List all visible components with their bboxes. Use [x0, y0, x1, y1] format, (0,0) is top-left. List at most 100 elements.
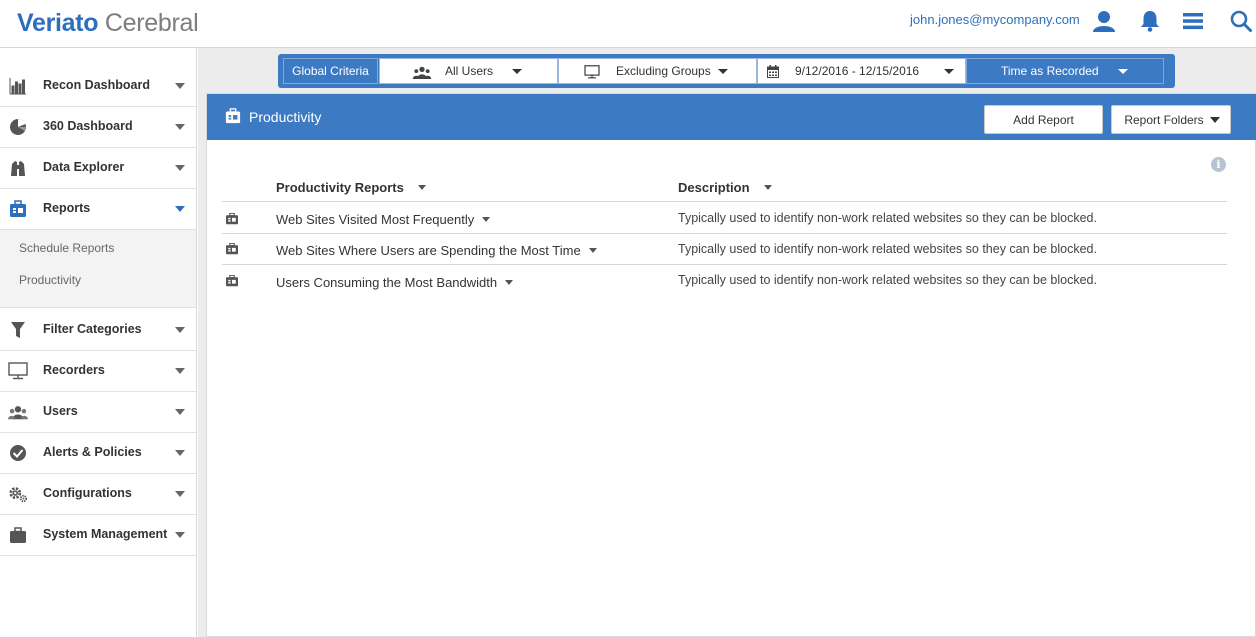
report-description: Typically used to identify non-work rela… [678, 211, 1097, 225]
groups-filter-value: Excluding Groups [616, 64, 711, 78]
sidebar-item-label: Configurations [43, 486, 132, 500]
row-divider [222, 264, 1227, 265]
chevron-down-icon [175, 532, 185, 538]
productivity-panel: Productivity Add Report Report Folders i… [206, 93, 1256, 637]
user-email[interactable]: john.jones@mycompany.com [910, 12, 1080, 27]
bar-chart-icon [8, 76, 28, 96]
chevron-down-icon [718, 69, 728, 74]
header-divider [222, 201, 1227, 202]
sidebar-item-reports[interactable]: Reports [0, 189, 196, 230]
sort-caret-icon [763, 185, 772, 190]
sidebar: Recon Dashboard 360 Dashboard Data Explo… [0, 48, 197, 637]
check-circle-icon [8, 443, 28, 463]
users-icon [412, 65, 432, 82]
report-row-name[interactable]: Web Sites Visited Most Frequently [276, 212, 491, 227]
report-icon [225, 212, 239, 225]
sidebar-item-label: Recon Dashboard [43, 78, 150, 92]
chevron-down-icon [1118, 69, 1128, 74]
sidebar-item-label: Reports [43, 201, 91, 215]
briefcase-icon [8, 525, 28, 545]
sidebar-item-recon-dashboard[interactable]: Recon Dashboard [0, 66, 196, 107]
reports-submenu: Schedule Reports Productivity [0, 230, 196, 308]
sidebar-item-label: Data Explorer [43, 160, 125, 174]
top-bar: Veriato Cerebral john.jones@mycompany.co… [0, 0, 1256, 48]
users-icon [8, 402, 28, 422]
date-range-dropdown[interactable]: 9/12/2016 - 12/15/2016 [757, 58, 966, 84]
time-mode-dropdown[interactable]: Time as Recorded [966, 58, 1164, 84]
logo-bold-text: Veriato [17, 9, 99, 37]
sidebar-item-label: System Management [43, 527, 168, 541]
subnav-schedule-reports[interactable]: Schedule Reports [19, 241, 114, 255]
search-icon[interactable] [1228, 8, 1254, 34]
chevron-down-icon [175, 83, 185, 89]
report-row-name[interactable]: Web Sites Where Users are Spending the M… [276, 243, 597, 258]
chevron-down-icon [175, 206, 185, 212]
monitor-icon [584, 65, 600, 82]
add-report-button[interactable]: Add Report [984, 105, 1103, 134]
logo-light-text: Cerebral [98, 9, 199, 37]
sidebar-item-filter-categories[interactable]: Filter Categories [0, 310, 196, 351]
report-name-text: Users Consuming the Most Bandwidth [276, 275, 498, 290]
column-header-reports[interactable]: Productivity Reports [276, 180, 426, 195]
sidebar-item-alerts-policies[interactable]: Alerts & Policies [0, 433, 196, 474]
report-name-text: Web Sites Where Users are Spending the M… [276, 243, 581, 258]
subnav-productivity[interactable]: Productivity [19, 273, 81, 287]
chevron-down-icon [505, 280, 514, 285]
sidebar-item-label: 360 Dashboard [43, 119, 133, 133]
sidebar-item-configurations[interactable]: Configurations [0, 474, 196, 515]
sidebar-item-recorders[interactable]: Recorders [0, 351, 196, 392]
app-root: Veriato Cerebral john.jones@mycompany.co… [0, 0, 1256, 637]
users-filter-dropdown[interactable]: All Users [379, 58, 558, 84]
calendar-icon [767, 65, 779, 81]
chevron-down-icon [175, 327, 185, 333]
time-mode-value: Time as Recorded [1001, 64, 1099, 78]
chevron-down-icon [588, 248, 597, 253]
menu-icon[interactable] [1180, 8, 1206, 34]
briefcase-report-icon [8, 199, 28, 219]
report-folders-button[interactable]: Report Folders [1111, 105, 1231, 134]
binoculars-icon [8, 158, 28, 178]
bell-icon[interactable] [1137, 8, 1163, 34]
report-description: Typically used to identify non-work rela… [678, 273, 1097, 287]
chevron-down-icon [175, 124, 185, 130]
briefcase-report-icon [225, 108, 241, 124]
global-criteria-label: Global Criteria [283, 58, 378, 84]
sidebar-item-data-explorer[interactable]: Data Explorer [0, 148, 196, 189]
info-icon[interactable]: i [1211, 157, 1226, 172]
column-header-label: Productivity Reports [276, 180, 404, 195]
page-title: Productivity [249, 109, 322, 125]
sort-caret-icon [417, 185, 426, 190]
chevron-down-icon [944, 69, 954, 74]
report-name-text: Web Sites Visited Most Frequently [276, 212, 475, 227]
column-header-label: Description [678, 180, 750, 195]
report-row-name[interactable]: Users Consuming the Most Bandwidth [276, 275, 514, 290]
column-header-description[interactable]: Description [678, 180, 772, 195]
sidebar-item-360-dashboard[interactable]: 360 Dashboard [0, 107, 196, 148]
report-folders-label: Report Folders [1124, 112, 1204, 127]
sidebar-item-label: Filter Categories [43, 322, 142, 336]
users-filter-value: All Users [445, 64, 494, 78]
date-range-value: 9/12/2016 - 12/15/2016 [795, 64, 920, 78]
sidebar-item-label: Alerts & Policies [43, 445, 142, 459]
monitor-icon [8, 361, 28, 381]
chevron-down-icon [482, 217, 491, 222]
gears-icon [8, 484, 28, 504]
sidebar-item-label: Recorders [43, 363, 105, 377]
chevron-down-icon [512, 69, 522, 74]
user-icon[interactable] [1091, 8, 1117, 34]
app-logo[interactable]: Veriato Cerebral [17, 9, 199, 38]
pie-chart-icon [8, 117, 28, 137]
row-divider [222, 233, 1227, 234]
sidebar-item-users[interactable]: Users [0, 392, 196, 433]
report-description: Typically used to identify non-work rela… [678, 242, 1097, 256]
chevron-down-icon [175, 409, 185, 415]
report-icon [225, 274, 239, 287]
sidebar-item-system-management[interactable]: System Management [0, 515, 196, 556]
chevron-down-icon [175, 450, 185, 456]
chevron-down-icon [175, 368, 185, 374]
groups-filter-dropdown[interactable]: Excluding Groups [558, 58, 757, 84]
panel-header: Productivity Add Report Report Folders [207, 94, 1256, 140]
chevron-down-icon [175, 165, 185, 171]
report-icon [225, 242, 239, 255]
sidebar-item-label: Users [43, 404, 78, 418]
